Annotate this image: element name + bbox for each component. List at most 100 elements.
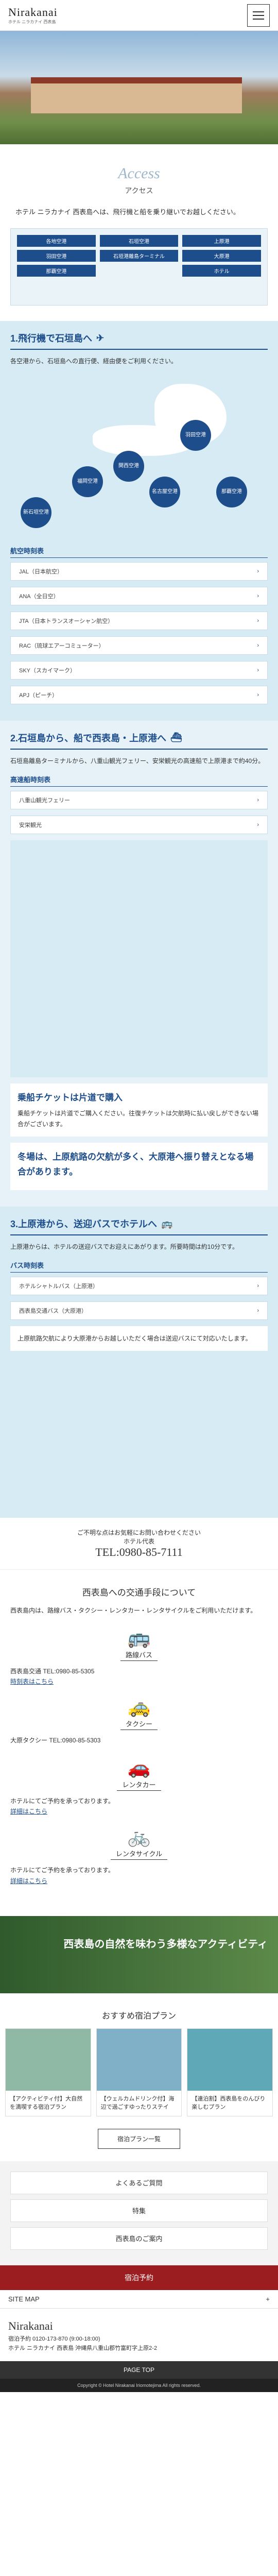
plans-carousel: 【アクティビティ付】大自然を満喫する宿泊プラン 【ウェルカムドリンク付】海辺で過… bbox=[0, 2028, 278, 2116]
plan-image bbox=[6, 2028, 91, 2091]
chevron-right-icon: › bbox=[257, 796, 259, 803]
reserve-button[interactable]: 宿泊予約 bbox=[0, 2265, 278, 2290]
access-intro: ホテル ニラカナイ 西表島へは、飛行機と船を乗り継いでお越しください。 bbox=[15, 208, 240, 216]
transport-section: 西表島への交通手段について 西表島内は、路線バス・タクシー・レンタカー・レンタサ… bbox=[0, 1569, 278, 1901]
city-badge: 羽田空港 bbox=[180, 419, 211, 451]
route-button[interactable]: 西表島交通バス（大原港） › bbox=[10, 1301, 268, 1320]
transport-text: 西表島交通 TEL:0980-85-5305 bbox=[10, 1667, 95, 1675]
route-button[interactable]: RAC（琉球エアーコミューター） › bbox=[10, 636, 268, 655]
plans-section: おすすめ宿泊プラン 【アクティビティ付】大自然を満喫する宿泊プラン 【ウェルカム… bbox=[0, 2009, 278, 2149]
flow-col-iriomote: 上原港 大原港 ホテル bbox=[182, 235, 262, 299]
bicycle-icon: 🚲 bbox=[127, 1826, 151, 1848]
flow-step: 上原港 bbox=[182, 235, 262, 247]
plan-name: 【アクティビティ付】大自然を満喫する宿泊プラン bbox=[10, 2095, 83, 2111]
route-button[interactable]: 八重山観光フェリー › bbox=[10, 790, 268, 809]
transport-label: 路線バス bbox=[120, 1649, 158, 1661]
step2-section: 2.石垣島から、船で西表島・上原港へ ⛴ 石垣島離島ターミナルから、八重山観光フェ… bbox=[0, 720, 278, 1207]
quick-links: よくあるご質問 特集 西表島のご案内 bbox=[0, 2161, 278, 2265]
access-heading: Access アクセス bbox=[0, 144, 278, 206]
map-land bbox=[10, 943, 113, 1005]
flow-step: 各地空港 bbox=[17, 235, 96, 247]
route-button[interactable]: SKY（スカイマーク） › bbox=[10, 660, 268, 680]
copyright: Copyright © Hotel Nirakanai Iriomotejima… bbox=[0, 2379, 278, 2393]
activity-banner[interactable]: 西表島の自然を味わう多様なアクティビティ bbox=[0, 1916, 278, 1993]
route-button[interactable]: JAL（日本航空） › bbox=[10, 562, 268, 581]
flow-step: 大原港 bbox=[182, 250, 262, 262]
ferry-timetable-label: 高速船時刻表 bbox=[10, 774, 268, 787]
chevron-right-icon: › bbox=[257, 691, 259, 698]
bus-timetable-label: バス時刻表 bbox=[10, 1260, 268, 1273]
transport-rentacar: 🚗 レンタカー bbox=[10, 1757, 268, 1791]
plan-name: 【ウェルカムドリンク付】海辺で過ごすゆったりステイ bbox=[100, 2095, 175, 2111]
winter-notice: 冬場は、上原航路の欠航が多く、大原港へ振り替えとなる場合があります。 bbox=[10, 1143, 268, 1191]
footer-reserve-tel[interactable]: 宿泊予約 0120-173-870 (9:00-18:00) bbox=[8, 2335, 270, 2344]
step1-title: 1.飛行機で石垣島へ ✈ bbox=[10, 331, 268, 350]
bus-timetable-link[interactable]: 時刻表はこちら bbox=[10, 1678, 54, 1685]
access-flow-diagram: 各地空港 羽田空港 那覇空港 石垣空港 石垣港離島ターミナル 上原港 大原港 ホ… bbox=[10, 228, 268, 306]
route-label: 安栄観光 bbox=[19, 822, 42, 828]
chevron-right-icon: › bbox=[257, 1307, 259, 1314]
hotel-building bbox=[31, 77, 242, 113]
chevron-right-icon: › bbox=[257, 821, 259, 828]
transport-cycle: 🚲 レンタサイクル bbox=[10, 1826, 268, 1860]
sitemap-toggle[interactable]: SITE MAP + bbox=[0, 2290, 278, 2309]
map-land bbox=[10, 840, 124, 943]
site-logo[interactable]: Nirakanai ホテル ニラカナイ 西表島 bbox=[8, 6, 58, 25]
plan-card[interactable]: 【ウェルカムドリンク付】海辺で過ごすゆったりステイ bbox=[96, 2028, 182, 2116]
bus-icon: 🚌 bbox=[127, 1626, 151, 1648]
map-land bbox=[10, 1357, 206, 1450]
city-badge: 関西空港 bbox=[113, 450, 144, 482]
step2-title-text: 2.石垣島から、船で西表島・上原港へ bbox=[10, 733, 167, 743]
page-top-button[interactable]: PAGE TOP bbox=[0, 2361, 278, 2379]
flow-col-origin: 各地空港 羽田空港 那覇空港 bbox=[17, 235, 96, 299]
step3-text: 上原港からは、ホテルの送迎バスでお迎えにあがります。所要時間は約10分です。 bbox=[10, 1243, 238, 1251]
logo-text: Nirakanai bbox=[8, 6, 58, 19]
notice-text: 乗船チケットは片道でご購入ください。往復チケットは欠航時に払い戻しができない場合… bbox=[18, 1110, 259, 1128]
footer-address: ホテル ニラカナイ 西表島 沖縄県八重山郡竹富町字上原2-2 bbox=[8, 2345, 158, 2351]
ticket-notice: 乗船チケットは片道で購入 乗船チケットは片道でご購入ください。往復チケットは欠航… bbox=[10, 1083, 268, 1137]
city-badge: 那覇空港 bbox=[216, 476, 247, 507]
flow-step: 那覇空港 bbox=[17, 265, 96, 277]
flight-timetable-label: 航空時刻表 bbox=[10, 546, 268, 558]
route-button[interactable]: 安栄観光 › bbox=[10, 815, 268, 834]
access-title-ja: アクセス bbox=[125, 187, 153, 195]
route-button[interactable]: ANA（全日空） › bbox=[10, 586, 268, 605]
footer: Nirakanai 宿泊予約 0120-173-870 (9:00-18:00)… bbox=[0, 2308, 278, 2362]
transport-text: ホテルにてご予約を承っております。 bbox=[10, 1867, 114, 1874]
header: Nirakanai ホテル ニラカナイ 西表島 bbox=[0, 0, 278, 31]
route-label: RAC（琉球エアーコミューター） bbox=[19, 642, 105, 649]
route-label: 八重山観光フェリー bbox=[19, 797, 70, 804]
plans-title: おすすめ宿泊プラン bbox=[101, 2011, 176, 2021]
flow-step: 羽田空港 bbox=[17, 250, 96, 262]
step3-section: 3.上原港から、送迎バスでホテルへ 🚌 上原港からは、ホテルの送迎バスでお迎えにあ… bbox=[0, 1207, 278, 1518]
plans-more-button[interactable]: 宿泊プラン一覧 bbox=[98, 2128, 180, 2149]
flow-step: 石垣空港 bbox=[99, 235, 179, 247]
island-guide-link[interactable]: 西表島のご案内 bbox=[10, 2227, 268, 2250]
step2-title: 2.石垣島から、船で西表島・上原港へ ⛴ bbox=[10, 731, 268, 750]
sitemap-label: SITE MAP bbox=[8, 2295, 40, 2303]
hotel-area-map bbox=[10, 1357, 268, 1502]
feature-link[interactable]: 特集 bbox=[10, 2199, 268, 2222]
cycle-link[interactable]: 詳細はこちら bbox=[10, 1877, 47, 1885]
footer-logo: Nirakanai bbox=[8, 2319, 53, 2332]
step1-title-text: 1.飛行機で石垣島へ bbox=[10, 333, 93, 344]
step1-section: 1.飛行機で石垣島へ ✈ 各空港から、石垣島への直行便、経由便をご利用ください。 … bbox=[0, 321, 278, 721]
contact-tel[interactable]: TEL:0980-85-7111 bbox=[0, 1546, 278, 1559]
menu-button[interactable] bbox=[247, 4, 270, 27]
route-button[interactable]: JTA（日本トランスオーシャン航空） › bbox=[10, 611, 268, 630]
ship-icon: ⛴ bbox=[170, 732, 182, 743]
transport-taxi: 🚕 タクシー bbox=[10, 1696, 268, 1731]
faq-link[interactable]: よくあるご質問 bbox=[10, 2171, 268, 2194]
plan-card[interactable]: 【アクティビティ付】大自然を満喫する宿泊プラン bbox=[5, 2028, 91, 2116]
flow-step: ホテル bbox=[182, 265, 262, 277]
step3-title-text: 3.上原港から、送迎バスでホテルへ bbox=[10, 1219, 158, 1230]
rentacar-link[interactable]: 詳細はこちら bbox=[10, 1808, 47, 1815]
route-button[interactable]: ホテルシャトルバス（上原港） › bbox=[10, 1276, 268, 1295]
flow-col-ishigaki: 石垣空港 石垣港離島ターミナル bbox=[99, 235, 179, 299]
route-button[interactable]: APJ（ピーチ） › bbox=[10, 685, 268, 704]
transport-label: レンタカー bbox=[117, 1778, 161, 1791]
plan-card[interactable]: 【連泊割】西表島をのんびり楽しむプラン bbox=[187, 2028, 273, 2116]
route-label: ホテルシャトルバス（上原港） bbox=[19, 1283, 98, 1290]
chevron-right-icon: › bbox=[257, 592, 259, 599]
contact-block: ご不明な点はお気軽にお問い合わせください ホテル代表 TEL:0980-85-7… bbox=[0, 1518, 278, 1569]
